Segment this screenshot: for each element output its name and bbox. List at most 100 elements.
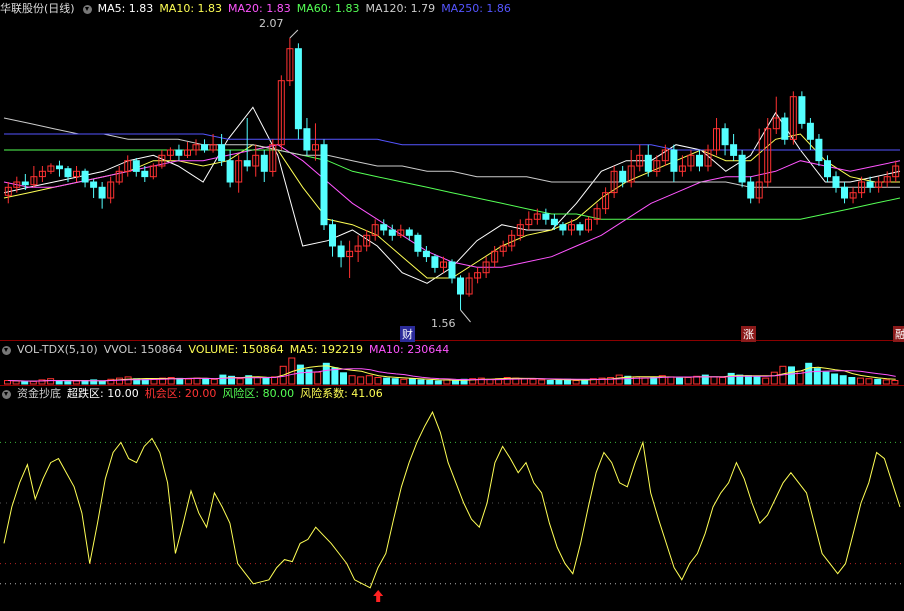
volume-bar xyxy=(684,377,692,385)
settings-dropdown-icon[interactable] xyxy=(2,389,11,399)
volume-bar xyxy=(55,380,63,385)
candle-body xyxy=(457,277,464,295)
volume-bar xyxy=(753,376,761,385)
stock-chart[interactable] xyxy=(0,0,904,611)
volume-bar xyxy=(529,378,537,385)
candle-body xyxy=(243,160,251,167)
indicator-legend-item: 资金抄底 xyxy=(17,387,61,400)
candle-body xyxy=(337,245,345,258)
volume-bar xyxy=(210,378,218,385)
ma-line-ma10 xyxy=(3,133,900,279)
settings-dropdown-icon[interactable] xyxy=(2,345,11,355)
volume-bar xyxy=(650,377,658,385)
indicator-legend: 资金抄底 超跌区: 10.00 机会区: 20.00 风险区: 80.00 风险系数: … xyxy=(17,387,389,400)
candle-body xyxy=(542,213,550,220)
volume-bar xyxy=(262,377,270,385)
candle-body xyxy=(141,170,149,178)
event-tag-cai[interactable]: 财 xyxy=(400,326,415,342)
candle-body xyxy=(98,186,106,199)
candle-body xyxy=(294,48,302,130)
volume-legend-item: VVOL: 150864 xyxy=(103,343,183,356)
volume-bar xyxy=(882,379,890,385)
candle-body xyxy=(90,181,98,188)
candle-body xyxy=(388,229,396,236)
settings-dropdown-icon[interactable] xyxy=(82,4,92,14)
volume-panel-header: VOL-TDX(5,10) VVOL: 150864 VOLUME: 150864 M… xyxy=(0,343,461,357)
candle-body xyxy=(320,144,328,226)
high-price-label: 2.07 xyxy=(259,17,284,30)
ma-legend-item: MA20: 1.83 xyxy=(228,2,291,15)
volume-bar xyxy=(21,381,29,385)
volume-bar xyxy=(150,378,158,385)
candle-body xyxy=(576,224,584,231)
volume-bar xyxy=(72,380,80,385)
volume-bar xyxy=(555,379,563,385)
candle-body xyxy=(218,144,226,162)
volume-bar xyxy=(805,362,813,385)
candle-body xyxy=(815,138,823,162)
high-price-pointer xyxy=(289,29,299,39)
candle-body xyxy=(730,144,738,156)
volume-bar xyxy=(831,373,839,385)
volume-bar xyxy=(296,364,304,385)
candle-body xyxy=(64,168,72,178)
candle-body xyxy=(798,96,806,124)
volume-bar xyxy=(98,380,106,385)
volume-bar xyxy=(744,375,752,385)
volume-bar xyxy=(770,371,778,385)
volume-bar xyxy=(236,378,244,385)
volume-bar xyxy=(839,375,847,385)
volume-legend-item: MA5: 192219 xyxy=(289,343,364,356)
candle-body xyxy=(175,149,183,156)
candle-body xyxy=(21,181,29,186)
volume-bar xyxy=(400,378,408,385)
candle-body xyxy=(422,250,430,258)
volume-bar xyxy=(365,375,373,385)
volume-bar xyxy=(727,372,735,385)
volume-bar xyxy=(572,380,580,385)
candle-body xyxy=(260,154,268,172)
candle-body xyxy=(550,218,558,226)
volume-bar xyxy=(383,377,391,385)
candle-body xyxy=(670,149,678,172)
low-price-value: 1.56 xyxy=(431,317,456,330)
ma-legend-item: MA10: 1.83 xyxy=(159,2,223,15)
high-price-value: 2.07 xyxy=(259,17,284,30)
candle-body xyxy=(806,122,814,140)
volume-bar xyxy=(141,379,149,385)
candle-body xyxy=(747,181,755,199)
candle-body xyxy=(431,256,439,268)
event-tag-edge[interactable]: 融 xyxy=(893,326,904,342)
volume-bar xyxy=(822,371,830,385)
ma-legend-item: MA60: 1.83 xyxy=(296,2,360,15)
candle-body xyxy=(644,154,652,172)
volume-bar xyxy=(865,378,873,385)
event-tag-zhang[interactable]: 涨 xyxy=(741,326,756,342)
ma-legend-item: MA120: 1.79 xyxy=(365,2,436,15)
volume-bar xyxy=(219,374,227,385)
volume-bar xyxy=(546,380,554,385)
candle-body xyxy=(132,160,140,172)
volume-bar xyxy=(408,378,416,385)
indicator-panel-header: 资金抄底 超跌区: 10.00 机会区: 20.00 风险区: 80.00 风险系数: … xyxy=(0,387,395,401)
volume-bar xyxy=(452,380,459,385)
volume-bar xyxy=(710,376,718,385)
candle-body xyxy=(380,224,388,231)
volume-bar xyxy=(193,377,201,385)
candle-body xyxy=(303,128,311,151)
volume-bar xyxy=(340,372,347,385)
volume-bar xyxy=(581,379,589,385)
ma-legend: MA5: 1.83 MA10: 1.83 MA20: 1.83 MA60: 1.83 M… xyxy=(98,2,517,15)
candle-body xyxy=(81,170,89,183)
volume-bar xyxy=(29,380,37,385)
candle-body xyxy=(781,117,789,140)
candle-body xyxy=(866,181,874,188)
low-price-label: 1.56 xyxy=(431,317,456,330)
candle-body xyxy=(738,154,746,183)
volume-bar xyxy=(417,379,425,385)
ma-legend-item: MA5: 1.83 xyxy=(97,2,154,15)
candle-body xyxy=(824,160,831,178)
stock-name[interactable]: 华联股份(日线) xyxy=(0,2,75,15)
volume-bar xyxy=(202,378,210,385)
volume-bar xyxy=(520,378,528,385)
